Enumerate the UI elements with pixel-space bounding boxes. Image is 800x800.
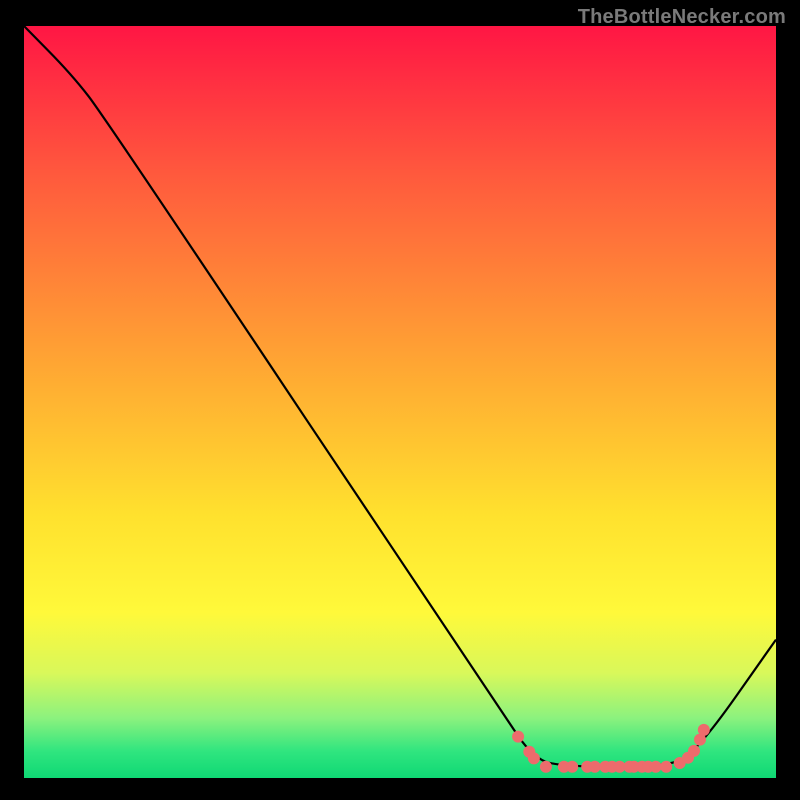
watermark-text: TheBottleNecker.com <box>578 6 786 29</box>
chart-stage: TheBottleNecker.com <box>0 0 800 800</box>
chart-marker <box>528 752 540 764</box>
chart-marker <box>688 745 700 757</box>
plot-background <box>24 26 776 778</box>
chart-svg <box>0 0 800 800</box>
chart-marker <box>650 761 662 773</box>
chart-marker <box>512 731 524 743</box>
chart-marker <box>660 761 672 773</box>
chart-marker <box>540 761 552 773</box>
chart-marker <box>566 761 578 773</box>
chart-marker <box>589 761 601 773</box>
chart-marker <box>698 724 710 736</box>
